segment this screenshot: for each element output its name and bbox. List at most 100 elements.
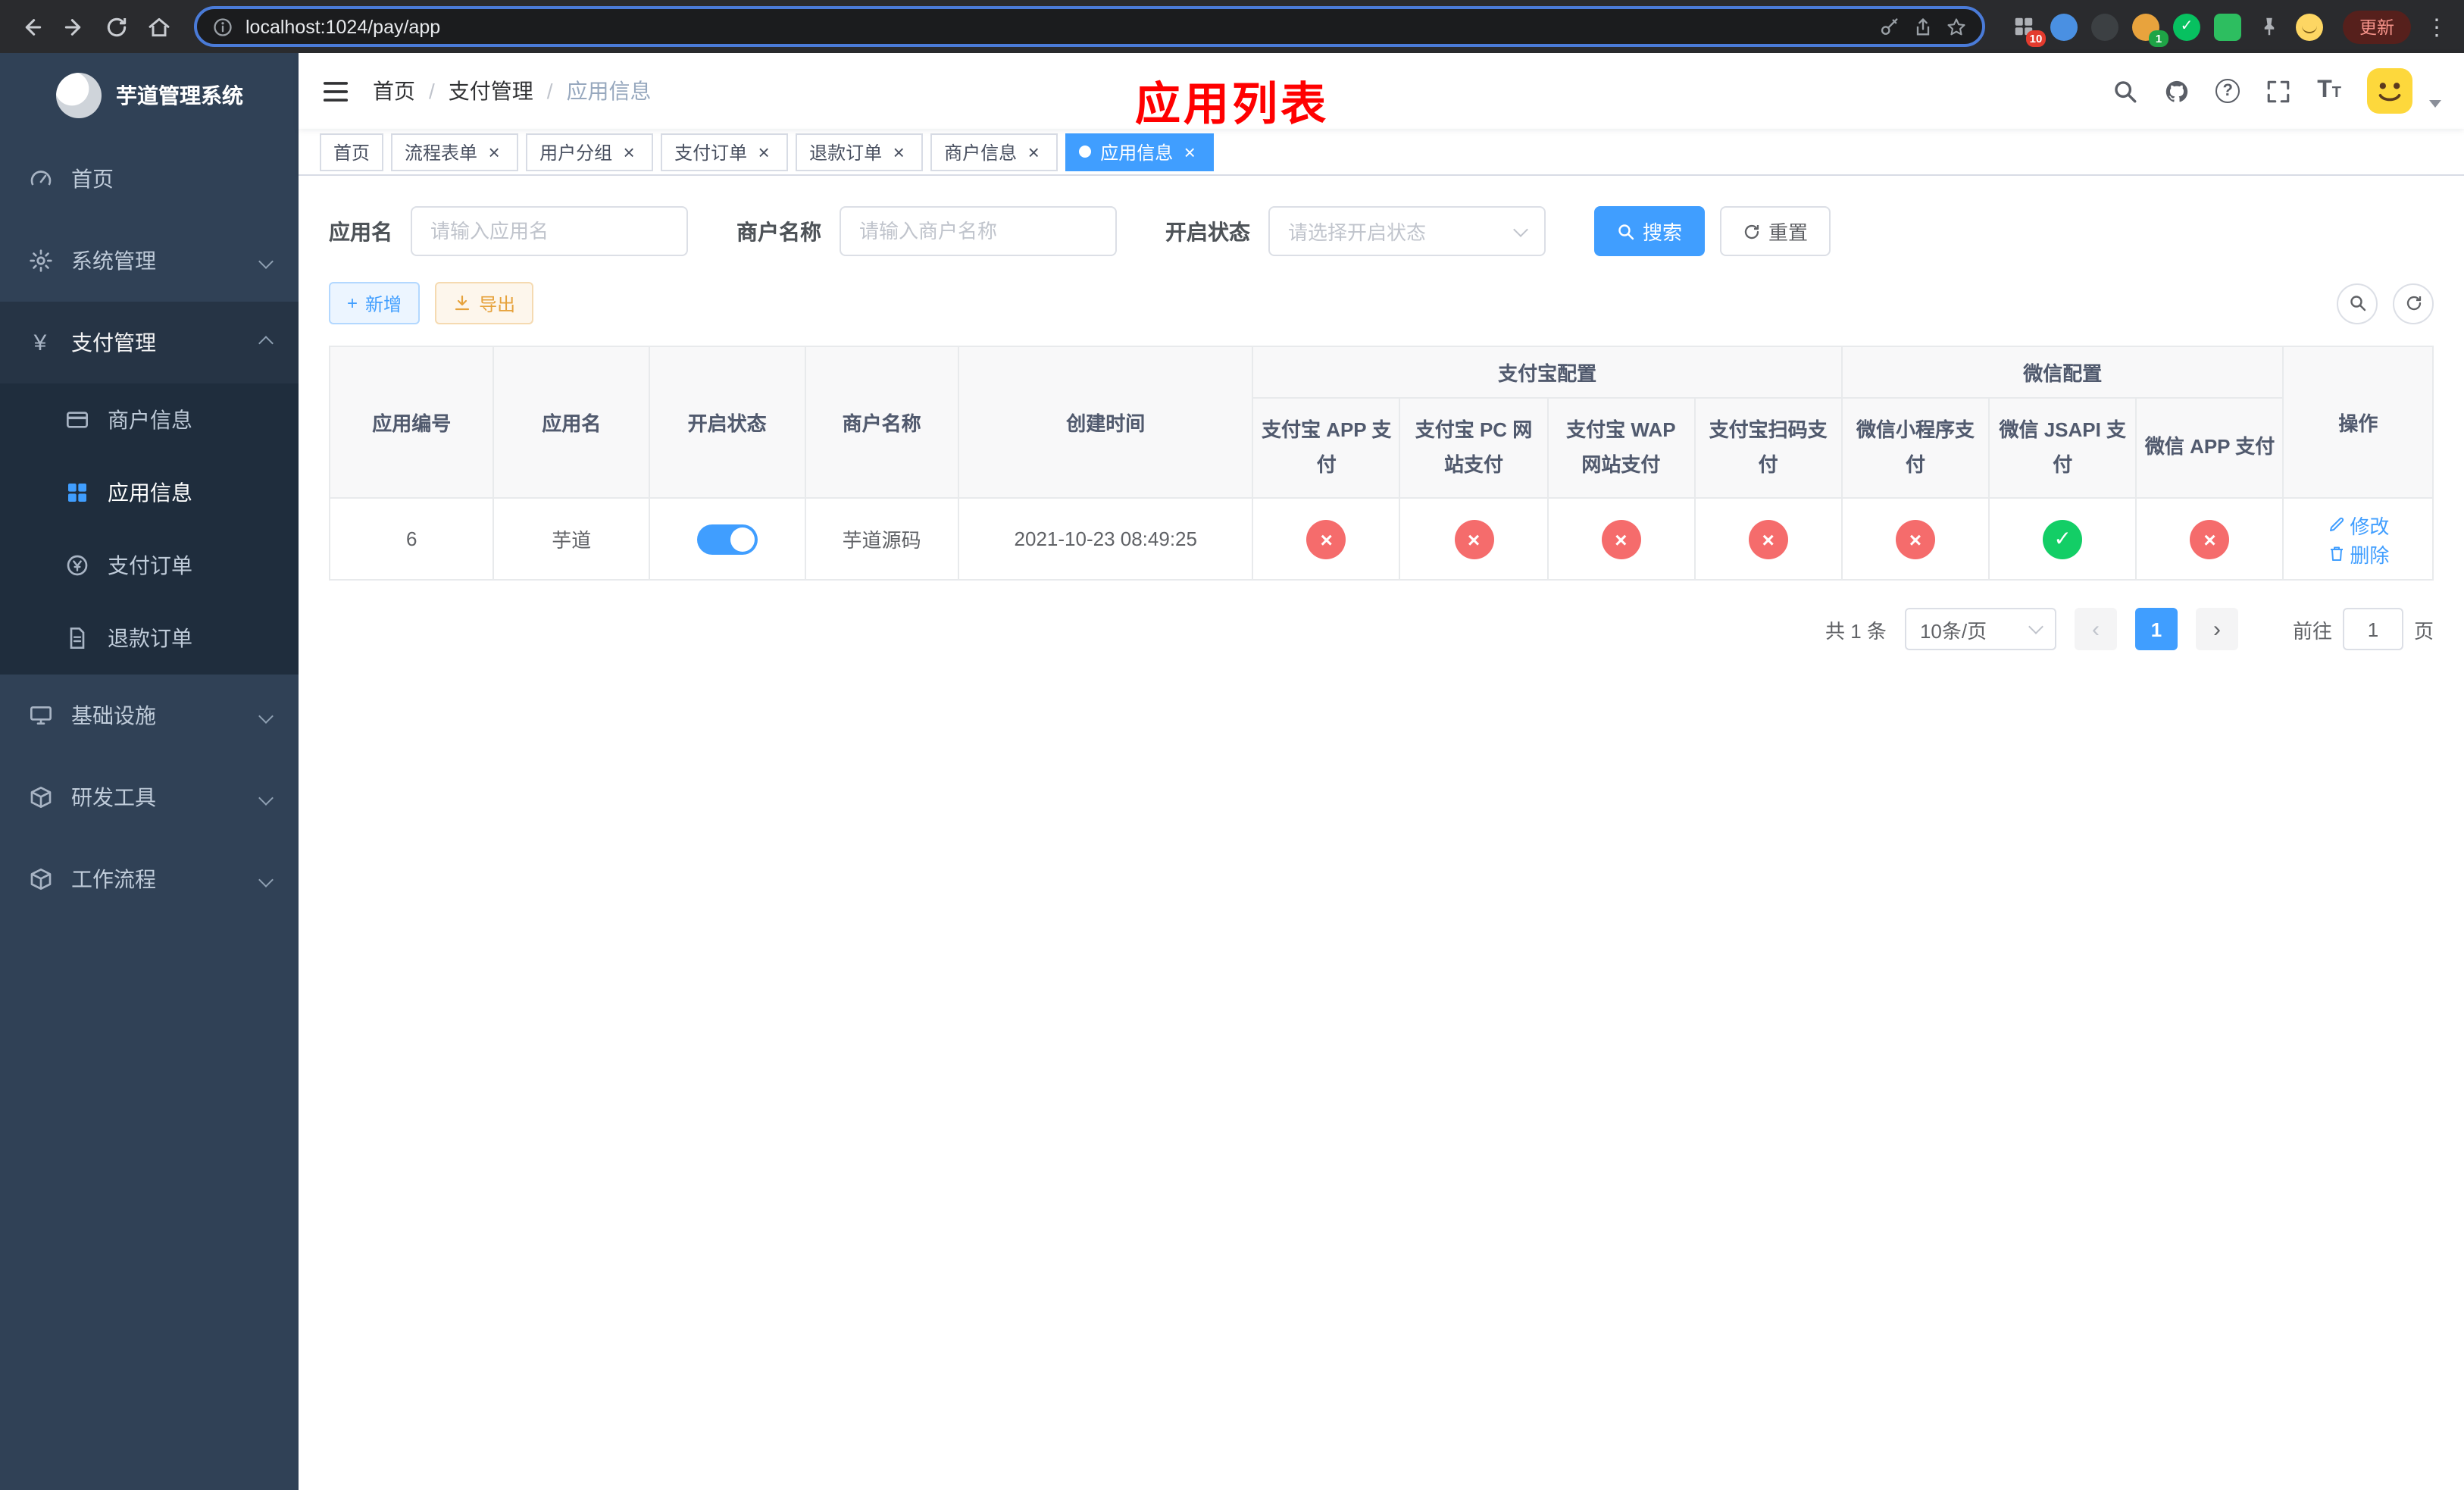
sidebar-item-home[interactable]: 首页 [0, 138, 299, 220]
site-info-icon[interactable] [212, 16, 233, 37]
table-toolbar: + 新增 导出 [329, 282, 2434, 324]
sidebar-item-infrastructure[interactable]: 基础设施 [0, 675, 299, 756]
dashboard-icon [27, 166, 53, 192]
extension-badge: 10 [2026, 30, 2046, 46]
tab-refund-orders[interactable]: 退款订单 × [796, 133, 924, 171]
extension-badge: 1 [2149, 30, 2169, 46]
toggle-search-button[interactable] [2337, 283, 2378, 324]
merchant-name-input[interactable] [840, 206, 1117, 256]
extension-check-icon[interactable]: ✓ [2173, 13, 2200, 40]
goto-page-input[interactable] [2342, 608, 2403, 650]
sidebar-item-workflow[interactable]: 工作流程 [0, 838, 299, 920]
extension-emoji-icon[interactable] [2296, 13, 2323, 40]
tab-user-group[interactable]: 用户分组 × [526, 133, 654, 171]
cell-status [648, 497, 806, 581]
tab-process-form[interactable]: 流程表单 × [391, 133, 519, 171]
next-page-button[interactable]: › [2195, 608, 2238, 650]
edit-button[interactable]: 修改 [2327, 510, 2389, 539]
current-page[interactable]: 1 [2134, 608, 2178, 650]
browser-forward-button[interactable] [55, 7, 94, 46]
navbar-right-tools: ? TT [2112, 68, 2441, 114]
close-icon[interactable]: × [1179, 141, 1200, 162]
sidebar-item-refund-orders[interactable]: 退款订单 [0, 602, 299, 675]
sidebar-item-system[interactable]: 系统管理 [0, 220, 299, 302]
payment-submenu: 商户信息 应用信息 支付订单 退款订单 [0, 383, 299, 675]
add-button[interactable]: + 新增 [329, 282, 421, 324]
tab-home[interactable]: 首页 [320, 133, 384, 171]
sidebar-logo[interactable]: 芋道管理系统 [0, 53, 299, 138]
chevron-down-icon [2028, 619, 2043, 634]
col-wx-app: 微信 APP 支付 [2135, 397, 2284, 499]
url-text[interactable]: localhost:1024/pay/app [245, 16, 1867, 37]
address-bar[interactable]: localhost:1024/pay/app [194, 6, 1985, 47]
extension-pin-icon[interactable] [2255, 13, 2282, 40]
sidebar-item-payment[interactable]: ¥ 支付管理 [0, 302, 299, 383]
tab-payment-orders[interactable]: 支付订单 × [661, 133, 789, 171]
main-area: 首页 / 支付管理 / 应用信息 ? TT 首页 流程表单 × 用户分组 × 支… [299, 53, 2464, 1490]
browser-back-button[interactable] [12, 7, 52, 46]
browser-update-button[interactable]: 更新 [2343, 10, 2411, 43]
sidebar-item-label: 基础设施 [71, 703, 156, 728]
github-icon[interactable] [2164, 78, 2190, 104]
fullscreen-icon[interactable] [2265, 78, 2291, 104]
tag-tabs-bar: 首页 流程表单 × 用户分组 × 支付订单 × 退款订单 × 商户信息 × 应用信息 × [299, 129, 2464, 176]
close-icon[interactable]: × [888, 141, 909, 162]
reset-button[interactable]: 重置 [1720, 206, 1831, 256]
app-name-input[interactable] [411, 206, 688, 256]
enabled-toggle[interactable] [696, 524, 758, 554]
prev-page-button[interactable]: ‹ [2074, 608, 2117, 650]
chevron-down-icon [1513, 221, 1528, 236]
goto-page: 前往 页 [2293, 608, 2434, 650]
breadcrumb-home[interactable]: 首页 [373, 76, 415, 106]
extension-blue-icon[interactable] [2050, 13, 2078, 40]
status-select[interactable]: 请选择开启状态 [1268, 206, 1546, 256]
delete-button[interactable]: 删除 [2327, 539, 2389, 568]
close-icon[interactable]: × [618, 141, 639, 162]
close-icon[interactable]: × [753, 141, 774, 162]
page-content: 应用名 商户名称 开启状态 请选择开启状态 [299, 176, 2464, 1490]
cell-app-id: 6 [328, 497, 495, 581]
pagination: 共 1 条 10条/页 ‹ 1 › 前往 页 [329, 608, 2434, 650]
refresh-table-button[interactable] [2393, 283, 2434, 324]
app-title: 芋道管理系统 [116, 83, 243, 108]
close-icon[interactable]: × [1023, 141, 1044, 162]
font-size-icon[interactable]: TT [2317, 78, 2341, 103]
tab-merchant-info[interactable]: 商户信息 × [930, 133, 1058, 171]
tab-app-info[interactable]: 应用信息 × [1065, 133, 1215, 171]
search-icon[interactable] [2112, 78, 2138, 104]
col-alipay-app: 支付宝 APP 支付 [1252, 397, 1401, 499]
page-size-select[interactable]: 10条/页 [1904, 608, 2056, 650]
sidebar-item-app-info[interactable]: 应用信息 [0, 456, 299, 529]
sidebar-item-label: 商户信息 [108, 408, 192, 432]
sidebar-item-dev-tools[interactable]: 研发工具 [0, 756, 299, 838]
breadcrumb-payment[interactable]: 支付管理 [449, 76, 533, 106]
extension-grid-icon[interactable]: 10 [2009, 13, 2046, 46]
sidebar-item-label: 研发工具 [71, 785, 156, 809]
status-icon: × [1748, 519, 1788, 559]
extension-note-icon[interactable] [2214, 13, 2241, 40]
close-icon[interactable]: × [483, 141, 505, 162]
extension-dark-icon[interactable] [2091, 13, 2118, 40]
avatar[interactable] [2367, 68, 2412, 114]
col-wx-jsapi: 微信 JSAPI 支付 [1988, 397, 2137, 499]
sidebar-item-label: 应用信息 [108, 480, 192, 505]
cell-merchant: 芋道源码 [804, 497, 959, 581]
sidebar-item-label: 工作流程 [71, 867, 156, 891]
browser-reload-button[interactable] [97, 7, 136, 46]
browser-menu-icon[interactable]: ⋮ [2422, 13, 2452, 40]
browser-home-button[interactable] [139, 7, 179, 46]
page-annotation-title: 应用列表 [1135, 80, 1329, 130]
export-button[interactable]: 导出 [435, 282, 534, 324]
sidebar-item-payment-orders[interactable]: 支付订单 [0, 529, 299, 602]
pencil-icon [2327, 515, 2345, 534]
search-button[interactable]: 搜索 [1594, 206, 1706, 256]
bookmark-star-icon[interactable] [1946, 16, 1967, 37]
help-icon[interactable]: ? [2215, 79, 2240, 103]
caret-down-icon[interactable] [2429, 99, 2441, 107]
share-icon[interactable] [1912, 16, 1934, 37]
sidebar-item-merchant-info[interactable]: 商户信息 [0, 383, 299, 456]
password-key-icon[interactable] [1879, 16, 1900, 37]
grid-icon [64, 480, 89, 506]
hamburger-icon[interactable] [321, 77, 350, 105]
extension-avatar-icon[interactable]: 1 [2132, 13, 2169, 46]
